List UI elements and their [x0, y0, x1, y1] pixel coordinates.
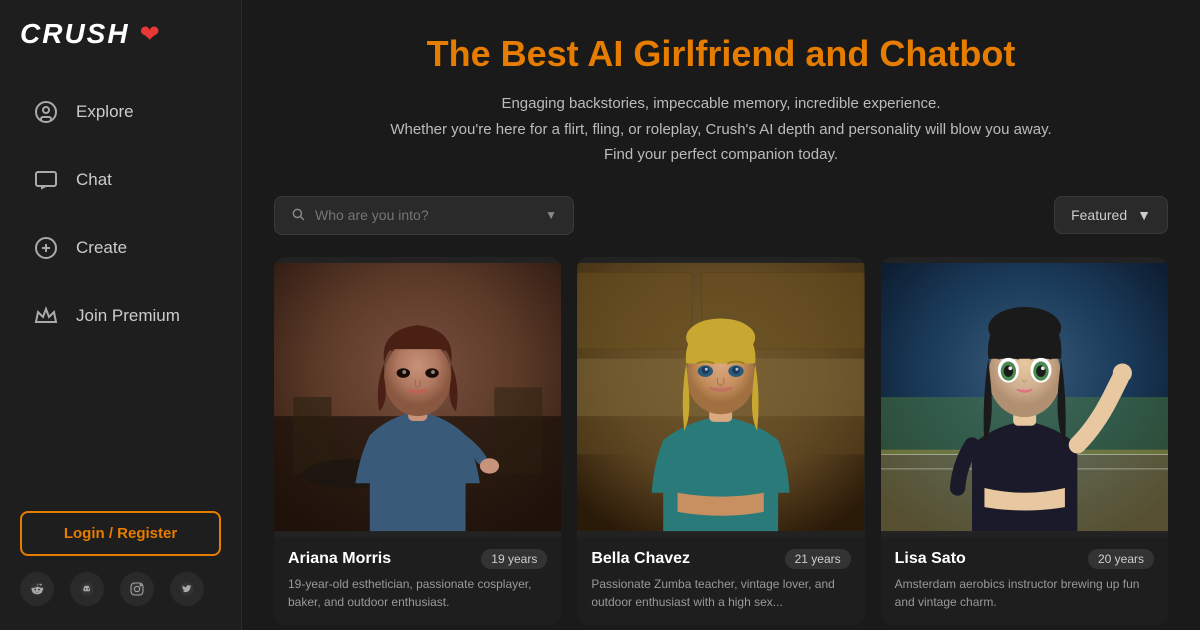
search-chevron-icon: ▼ — [545, 208, 557, 222]
hero-section: The Best AI Girlfriend and Chatbot Engag… — [274, 32, 1168, 168]
sidebar-item-explore[interactable]: Explore — [8, 80, 233, 144]
card-bella-name: Bella Chavez — [591, 550, 690, 568]
sidebar-item-create-label: Create — [76, 238, 127, 258]
create-icon — [32, 234, 60, 262]
hero-title: The Best AI Girlfriend and Chatbot — [274, 32, 1168, 75]
login-register-button[interactable]: Login / Register — [20, 511, 221, 556]
sidebar-nav: Explore Chat Create — [0, 68, 241, 495]
card-lisa-header: Lisa Sato 20 years — [895, 549, 1154, 569]
logo-heart: ❤ — [140, 20, 160, 49]
hero-line1: Engaging backstories, impeccable memory,… — [274, 91, 1168, 117]
hero-line2: Whether you're here for a flirt, fling, … — [274, 117, 1168, 143]
sidebar: CRUSH ❤ Explore Chat — [0, 0, 242, 630]
explore-icon — [32, 98, 60, 126]
main-content: The Best AI Girlfriend and Chatbot Engag… — [242, 0, 1200, 630]
card-bella[interactable]: Bella Chavez 21 years Passionate Zumba t… — [577, 257, 864, 625]
sidebar-item-premium[interactable]: Join Premium — [8, 284, 233, 348]
sidebar-item-explore-label: Explore — [76, 102, 134, 122]
sidebar-item-create[interactable]: Create — [8, 216, 233, 280]
card-ariana-age: 19 years — [481, 549, 547, 569]
card-lisa-image — [881, 257, 1168, 537]
chat-icon — [32, 166, 60, 194]
sidebar-item-chat-label: Chat — [76, 170, 112, 190]
card-lisa[interactable]: Lisa Sato 20 years Amsterdam aerobics in… — [881, 257, 1168, 625]
sidebar-bottom: Login / Register — [0, 495, 241, 630]
crown-icon — [32, 302, 60, 330]
card-ariana-name: Ariana Morris — [288, 550, 391, 568]
search-icon — [291, 207, 305, 224]
reddit-icon[interactable] — [20, 572, 54, 606]
card-ariana-image — [274, 257, 561, 537]
hero-line3: Find your perfect companion today. — [274, 142, 1168, 168]
instagram-icon[interactable] — [120, 572, 154, 606]
controls-bar: ▼ Featured ▼ — [274, 196, 1168, 235]
card-bella-age: 21 years — [785, 549, 851, 569]
twitter-icon[interactable] — [170, 572, 204, 606]
discord-icon[interactable] — [70, 572, 104, 606]
card-bella-info: Bella Chavez 21 years Passionate Zumba t… — [577, 537, 864, 625]
filter-dropdown[interactable]: Featured ▼ — [1054, 196, 1168, 234]
search-box[interactable]: ▼ — [274, 196, 574, 235]
card-lisa-age: 20 years — [1088, 549, 1154, 569]
card-ariana-info: Ariana Morris 19 years 19-year-old esthe… — [274, 537, 561, 625]
logo-text: CRUSH — [20, 18, 130, 50]
social-icons-group — [20, 572, 221, 606]
card-bella-header: Bella Chavez 21 years — [591, 549, 850, 569]
cards-grid: Ariana Morris 19 years 19-year-old esthe… — [274, 257, 1168, 625]
card-bella-desc: Passionate Zumba teacher, vintage lover,… — [591, 575, 850, 611]
sidebar-item-chat[interactable]: Chat — [8, 148, 233, 212]
card-lisa-name: Lisa Sato — [895, 550, 966, 568]
card-bella-image — [577, 257, 864, 537]
sidebar-item-premium-label: Join Premium — [76, 306, 180, 326]
filter-chevron-icon: ▼ — [1137, 207, 1151, 223]
search-input[interactable] — [315, 207, 535, 223]
card-ariana-desc: 19-year-old esthetician, passionate cosp… — [288, 575, 547, 611]
card-lisa-info: Lisa Sato 20 years Amsterdam aerobics in… — [881, 537, 1168, 625]
card-ariana-header: Ariana Morris 19 years — [288, 549, 547, 569]
card-lisa-desc: Amsterdam aerobics instructor brewing up… — [895, 575, 1154, 611]
card-ariana[interactable]: Ariana Morris 19 years 19-year-old esthe… — [274, 257, 561, 625]
filter-label: Featured — [1071, 207, 1127, 223]
logo-area: CRUSH ❤ — [0, 0, 241, 68]
